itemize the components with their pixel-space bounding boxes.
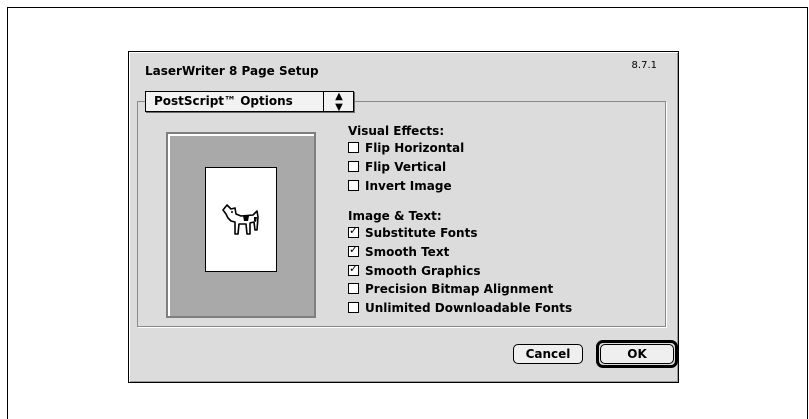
checkbox-label: Smooth Graphics xyxy=(365,263,481,278)
visual-effects-heading: Visual Effects: xyxy=(348,124,445,138)
page-setup-dialog: LaserWriter 8 Page Setup 8.7.1 PostScrip… xyxy=(128,51,679,383)
dialog-title: LaserWriter 8 Page Setup xyxy=(145,64,319,78)
checkbox-box[interactable] xyxy=(348,224,359,238)
popup-selected-label: PostScript™ Options xyxy=(154,94,293,108)
smooth-graphics-checkbox[interactable]: Smooth Graphics xyxy=(348,262,480,279)
checkbox-label: Smooth Text xyxy=(365,244,450,259)
page-preview xyxy=(166,132,316,318)
checkbox-box[interactable] xyxy=(348,142,359,153)
checkbox-box[interactable] xyxy=(348,283,359,294)
checkbox-label: Flip Vertical xyxy=(365,159,447,174)
options-popup-menu[interactable]: PostScript™ Options ▲ ▼ xyxy=(145,90,354,113)
cancel-button[interactable]: Cancel xyxy=(513,344,583,364)
checkbox-label: Invert Image xyxy=(365,178,452,193)
preview-paper xyxy=(205,167,277,272)
substitute-fonts-checkbox[interactable]: Substitute Fonts xyxy=(348,224,477,241)
image-text-heading: Image & Text: xyxy=(348,209,442,223)
checkbox-box[interactable] xyxy=(348,243,359,257)
checkbox-label: Substitute Fonts xyxy=(365,225,478,240)
checkbox-box[interactable] xyxy=(348,262,359,276)
precision-bitmap-alignment-checkbox[interactable]: Precision Bitmap Alignment xyxy=(348,280,553,297)
checkbox-box[interactable] xyxy=(348,161,359,172)
unlimited-downloadable-fonts-checkbox[interactable]: Unlimited Downloadable Fonts xyxy=(348,299,572,316)
invert-image-checkbox[interactable]: Invert Image xyxy=(348,177,452,194)
flip-vertical-checkbox[interactable]: Flip Vertical xyxy=(348,158,446,175)
dogcow-icon xyxy=(222,204,259,235)
popup-arrows-icon: ▲ ▼ xyxy=(335,90,343,113)
checkbox-label: Unlimited Downloadable Fonts xyxy=(365,300,573,315)
flip-horizontal-checkbox[interactable]: Flip Horizontal xyxy=(348,139,464,156)
checkbox-label: Flip Horizontal xyxy=(365,140,465,155)
checkbox-box[interactable] xyxy=(348,302,359,313)
version-label: 8.7.1 xyxy=(631,60,657,71)
checkbox-box[interactable] xyxy=(348,180,359,191)
ok-button[interactable]: OK xyxy=(600,344,674,364)
smooth-text-checkbox[interactable]: Smooth Text xyxy=(348,243,449,260)
checkbox-label: Precision Bitmap Alignment xyxy=(365,281,554,296)
